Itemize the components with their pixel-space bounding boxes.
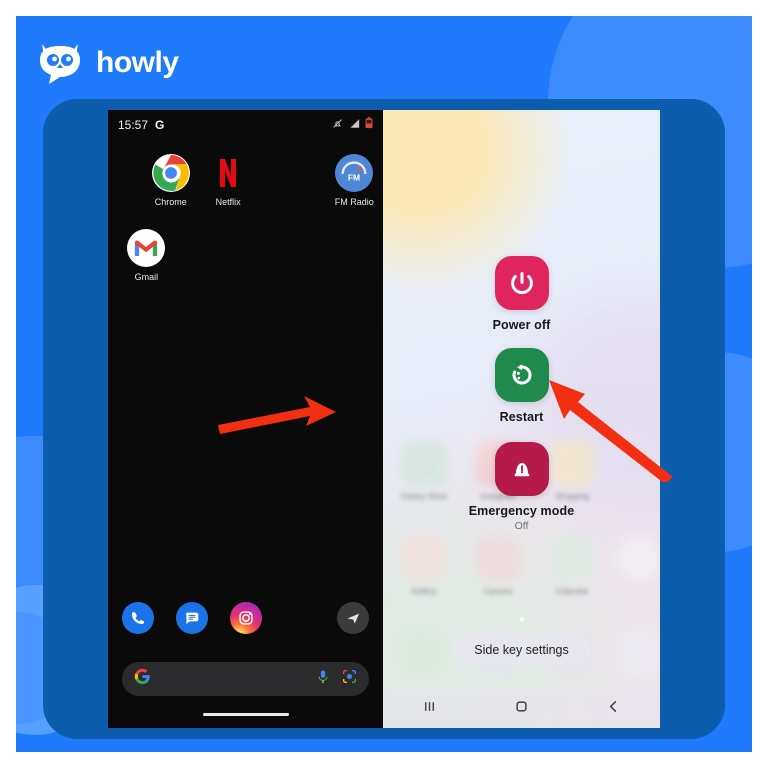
screenshot-root: howly 15:57 G Chrome Netflix FM FM Radio… — [0, 0, 768, 768]
image-border — [0, 0, 768, 768]
